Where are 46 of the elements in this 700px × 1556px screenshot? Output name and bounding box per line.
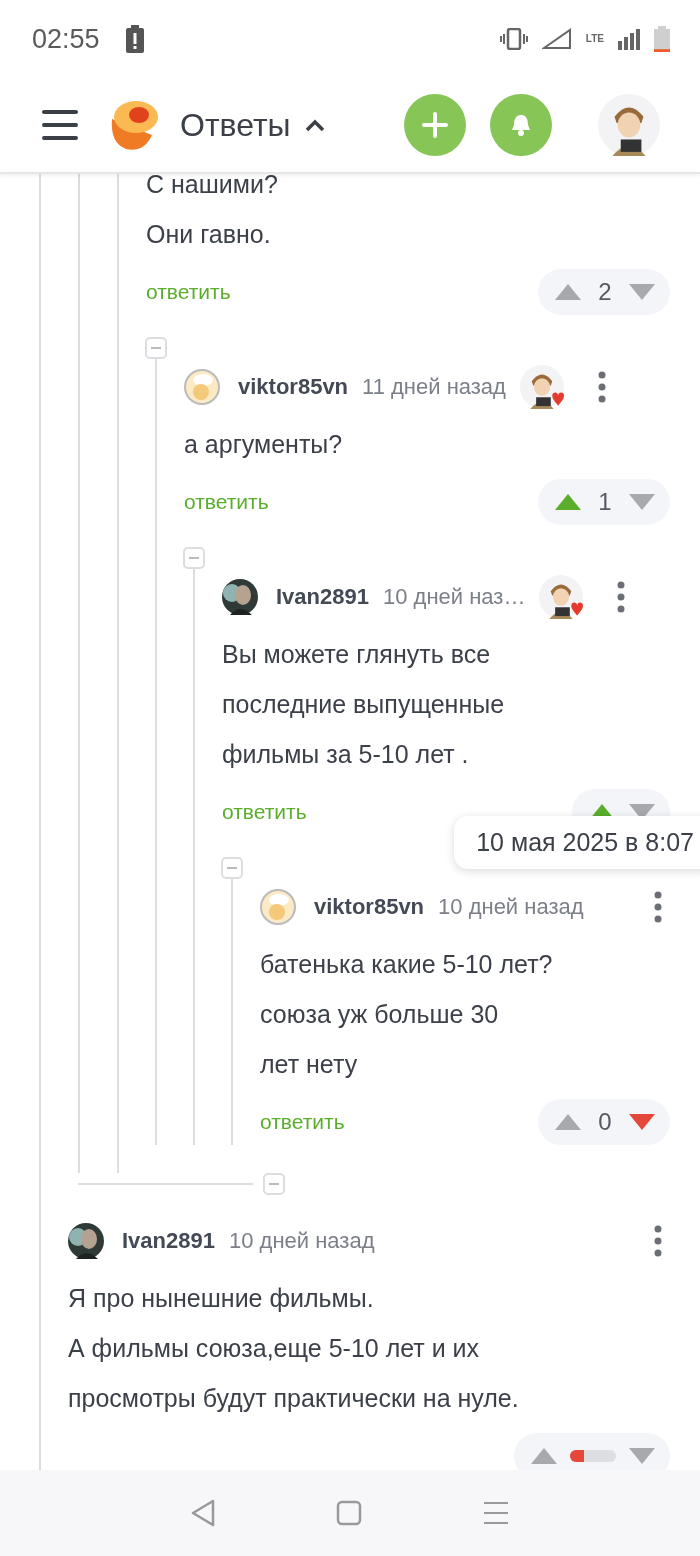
comment-text: батенька какие 5-10 лет? союза уж больше 30 лет нету (260, 949, 554, 1080)
username[interactable]: viktor85vn (314, 894, 425, 920)
score: 0 (597, 1108, 613, 1136)
upvote-icon[interactable] (530, 1446, 558, 1466)
comment-time: 10 дней назад (228, 1228, 375, 1254)
status-time: 02:55 (32, 23, 100, 55)
chevron-up-icon[interactable] (304, 118, 325, 132)
collapse-button[interactable] (221, 857, 243, 879)
username[interactable]: Ivan2891 (122, 1228, 215, 1254)
upvote-icon[interactable] (554, 1112, 582, 1132)
collapse-button[interactable] (183, 547, 205, 569)
avatar-icon[interactable] (68, 1223, 104, 1259)
upvote-icon[interactable] (554, 492, 582, 512)
collapse-button[interactable] (145, 337, 167, 359)
downvote-icon[interactable] (628, 492, 656, 512)
plus-icon (422, 112, 448, 138)
network-type: LTE (585, 34, 604, 44)
downvote-icon[interactable] (628, 1446, 656, 1466)
signal-icon (541, 28, 572, 50)
back-icon[interactable] (190, 1499, 216, 1527)
profile-avatar-icon[interactable] (598, 94, 660, 156)
date-tooltip: 10 мая 2025 в 8:07 (454, 816, 700, 869)
collapse-button[interactable] (263, 1173, 285, 1195)
bell-icon (510, 113, 532, 137)
comment-time: 10 дней назад (438, 894, 584, 920)
downvote-icon[interactable] (628, 1112, 656, 1132)
upvote-icon[interactable] (554, 282, 582, 302)
comment-text: Вы можете глянуть все последние выпущенные фильмы за 5-10 лет . (222, 639, 506, 770)
downvote-icon[interactable] (628, 282, 656, 302)
username[interactable]: viktor85vn (238, 374, 349, 400)
battery-alert-icon (125, 25, 144, 53)
menu-icon[interactable] (42, 109, 78, 141)
score: 1 (597, 488, 613, 516)
vibrate-icon (499, 28, 528, 50)
comment-text: Я про нынешние фильмы. А фильмы союза,еще 5-10 лет и их просмотры будут практически на нуле. (68, 1283, 520, 1414)
score: 2 (597, 278, 613, 306)
section-title[interactable]: Ответы (180, 106, 291, 144)
signal-bars-icon (618, 28, 640, 50)
comment-time: 10 дней наз… (382, 584, 526, 610)
comment-text: С нашими? Они гавно. (146, 174, 279, 250)
username[interactable]: Ivan2891 (276, 584, 369, 610)
comment-time: 11 дней назад (362, 374, 506, 400)
comment-text: а аргументы? (184, 429, 344, 460)
avatar-icon[interactable] (222, 579, 258, 615)
home-icon[interactable] (336, 1500, 362, 1526)
recent-apps-icon[interactable] (482, 1501, 510, 1525)
